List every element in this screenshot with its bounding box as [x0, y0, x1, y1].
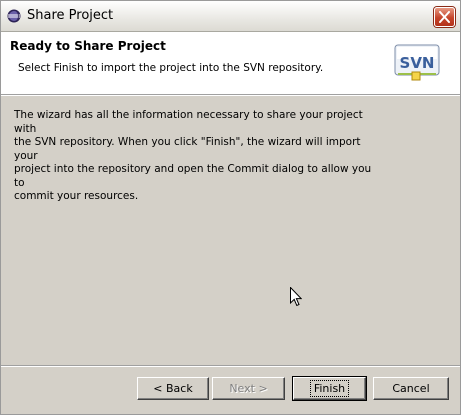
page-description: Select Finish to import the project into… [18, 62, 324, 74]
finish-button[interactable]: Finish [292, 376, 367, 401]
cancel-button-label: Cancel [392, 382, 430, 395]
message-line: commit your resources. [14, 190, 139, 202]
cancel-button[interactable]: Cancel [373, 377, 449, 400]
footer-divider-highlight [1, 366, 460, 367]
svn-logo-icon: SVN [394, 44, 440, 81]
finish-button-label: Finish [309, 380, 350, 397]
message-line: the SVN repository. When you click "Fini… [14, 136, 361, 162]
back-button[interactable]: < Back [137, 377, 209, 400]
mouse-pointer-icon [290, 287, 302, 307]
title-bar[interactable]: Share Project [1, 1, 460, 32]
next-button-label: Next > [229, 382, 268, 395]
banner-divider [1, 95, 460, 96]
back-button-label: < Back [153, 382, 193, 395]
close-icon [439, 11, 450, 23]
wizard-message: The wizard has all the information neces… [14, 109, 384, 204]
page-title: Ready to Share Project [10, 39, 166, 53]
svn-logo-text: SVN [400, 54, 435, 72]
message-line: project into the repository and open the… [14, 163, 372, 189]
wizard-banner: Ready to Share Project Select Finish to … [1, 32, 460, 95]
close-button[interactable] [434, 7, 455, 27]
eclipse-icon [7, 9, 21, 23]
message-line: The wizard has all the information neces… [14, 109, 363, 135]
window-title: Share Project [27, 8, 114, 23]
share-project-dialog: Share Project Ready to Share Project Sel… [0, 0, 461, 415]
next-button[interactable]: Next > [212, 377, 285, 400]
